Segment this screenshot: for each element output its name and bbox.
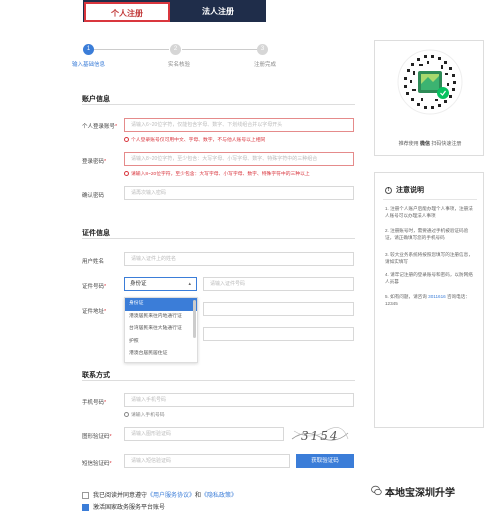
notice-item: 2. 注册账号时，需要通过手机被验证码验证，请正确填写您的手机号码 — [385, 228, 469, 240]
top-tab-bar: 个人注册 法人注册 — [0, 0, 500, 26]
step-connector — [182, 49, 257, 50]
step-2-label: 实名核验 — [168, 62, 191, 68]
login-account-label: 个人登录账号* — [82, 124, 118, 130]
notice-item: 4. 请牢记注册的登录账号和密码，以防网络人员篡 — [385, 272, 473, 284]
privacy-policy-link[interactable]: 《隐私政策》 — [201, 493, 237, 499]
section-divider — [82, 380, 355, 381]
activate-row: 激活国家政务服务平台账号 — [82, 502, 165, 511]
section-divider — [82, 238, 355, 239]
notice-item: 3. 较大业务系统将按照您填写的注册信息，请如实填写 — [385, 252, 473, 264]
contact-section-title: 联系方式 — [82, 372, 110, 379]
id-number-label: 证件号码* — [82, 284, 107, 290]
hotline-link[interactable]: 3011616 — [428, 294, 446, 299]
step-connector — [94, 49, 169, 50]
qr-caption: 推荐使用 微信 扫码快速注册 — [398, 141, 462, 147]
qr-code-icon — [397, 49, 463, 115]
exclamation-icon: ! — [385, 186, 392, 194]
id-address-label: 证件地址* — [82, 309, 107, 315]
notice-panel: ! 注意说明 1. 注册个人账户后能办理个人事项，注册法人账号可以办理法人事项 2… — [374, 172, 484, 428]
sms-code-label: 短信验证码* — [82, 461, 112, 467]
wechat-icon — [371, 485, 382, 496]
captcha-text: 3154 — [301, 429, 340, 443]
agreement-checkbox[interactable] — [82, 491, 89, 499]
captcha-graphic: 3154 — [291, 427, 349, 443]
activate-checkbox[interactable] — [82, 503, 89, 511]
step-1-dot: 1 — [83, 44, 94, 55]
certificate-section-title: 证件信息 — [82, 230, 110, 237]
id-type-select[interactable]: 身份证 ▴ — [124, 277, 197, 291]
section-divider — [82, 104, 355, 105]
id-address-input[interactable] — [203, 302, 354, 316]
confirm-password-input[interactable]: 请再次输入密码 — [124, 186, 354, 200]
activate-text: 激活国家政务服务平台账号 — [93, 505, 166, 511]
dropdown-option[interactable]: 港澳台居民居住证 — [125, 348, 197, 361]
user-name-input[interactable]: 请输入证件上的姓名 — [124, 252, 354, 266]
agreement-text: 我已阅读并同意遵守 — [93, 493, 148, 499]
id-address-detail-input[interactable] — [203, 327, 354, 341]
confirm-password-label: 确认密码 — [82, 193, 105, 199]
password-input[interactable]: 请输入8~20位字符，至少包含：大写字母、小写字母、数字、特殊字符中的三种组合 — [124, 152, 354, 166]
phone-hint: 请输入手机号码 — [124, 411, 165, 418]
error-icon — [124, 171, 129, 177]
info-icon — [124, 412, 129, 418]
step-3-dot: 3 — [257, 44, 268, 55]
qr-code-card: 推荐使用 微信 扫码快速注册 — [374, 40, 484, 156]
id-type-dropdown: 身份证 港澳居民来往内地通行证 台湾居民来往大陆通行证 护照 港澳台居民居住证 — [124, 297, 198, 363]
dropdown-option[interactable]: 身份证 — [125, 298, 197, 311]
notice-divider — [383, 199, 477, 200]
notice-title: ! 注意说明 — [385, 185, 424, 195]
account-section-title: 账户信息 — [82, 96, 110, 103]
get-code-button[interactable]: 获取验证码 — [296, 454, 354, 468]
step-1-label: 输入基础信息 — [72, 62, 106, 68]
phone-input[interactable]: 请输入手机号码 — [124, 393, 354, 407]
phone-label: 手机号码* — [82, 400, 107, 406]
captcha-image[interactable]: 3154 — [290, 425, 350, 445]
service-agreement-link[interactable]: 《用户服务协议》 — [147, 493, 195, 499]
step-2-dot: 2 — [170, 44, 181, 55]
login-account-hint: 个人登录账号仅可用中文、字母、数字，不与他人账号以上相同 — [124, 136, 265, 143]
tab-legal-registration[interactable]: 法人注册 — [172, 2, 264, 22]
notice-item: 5. 如有问题，请咨询 3011616 咨询电话：12345 — [385, 294, 470, 306]
id-number-input[interactable]: 请输入证件号码 — [203, 277, 354, 291]
step-3-label: 注册完成 — [254, 62, 277, 68]
password-label: 登录密码* — [82, 159, 107, 165]
dropdown-option[interactable]: 台湾居民来往大陆通行证 — [125, 323, 197, 336]
dropdown-option[interactable]: 港澳居民来往内地通行证 — [125, 311, 197, 324]
wechat-mini-program-code[interactable] — [397, 49, 463, 115]
user-name-label: 用户姓名 — [82, 259, 105, 265]
dropdown-option[interactable]: 护照 — [125, 336, 197, 349]
dropdown-scrollbar[interactable] — [193, 300, 196, 338]
watermark-text: 本地宝深圳升学 — [385, 488, 455, 499]
notice-item: 1. 注册个人账户后能办理个人事项，注册法人账号可以办理法人事项 — [385, 206, 473, 218]
tab-personal-registration[interactable]: 个人注册 — [84, 2, 170, 22]
progress-steps: 1 2 3 输入基础信息 实名核验 注册完成 — [72, 44, 332, 72]
agreement-row: 我已阅读并同意遵守《用户服务协议》和《隐私政策》 — [82, 490, 237, 499]
captcha-input[interactable]: 请输入图形验证码 — [124, 427, 284, 441]
chevron-up-icon: ▴ — [188, 281, 191, 287]
sms-code-input[interactable]: 请输入短信验证码 — [124, 454, 290, 468]
password-hint: 请输入8~20位字符，至少包含：大写字母、小写字母、数字、特殊字符中的三种以上 — [124, 170, 310, 177]
captcha-label: 图形验证码* — [82, 434, 112, 440]
info-icon — [124, 137, 129, 143]
login-account-input[interactable]: 请输入6~20位字符，仅能包含字母、数字、下划线组合并以字母开头 — [124, 118, 354, 132]
